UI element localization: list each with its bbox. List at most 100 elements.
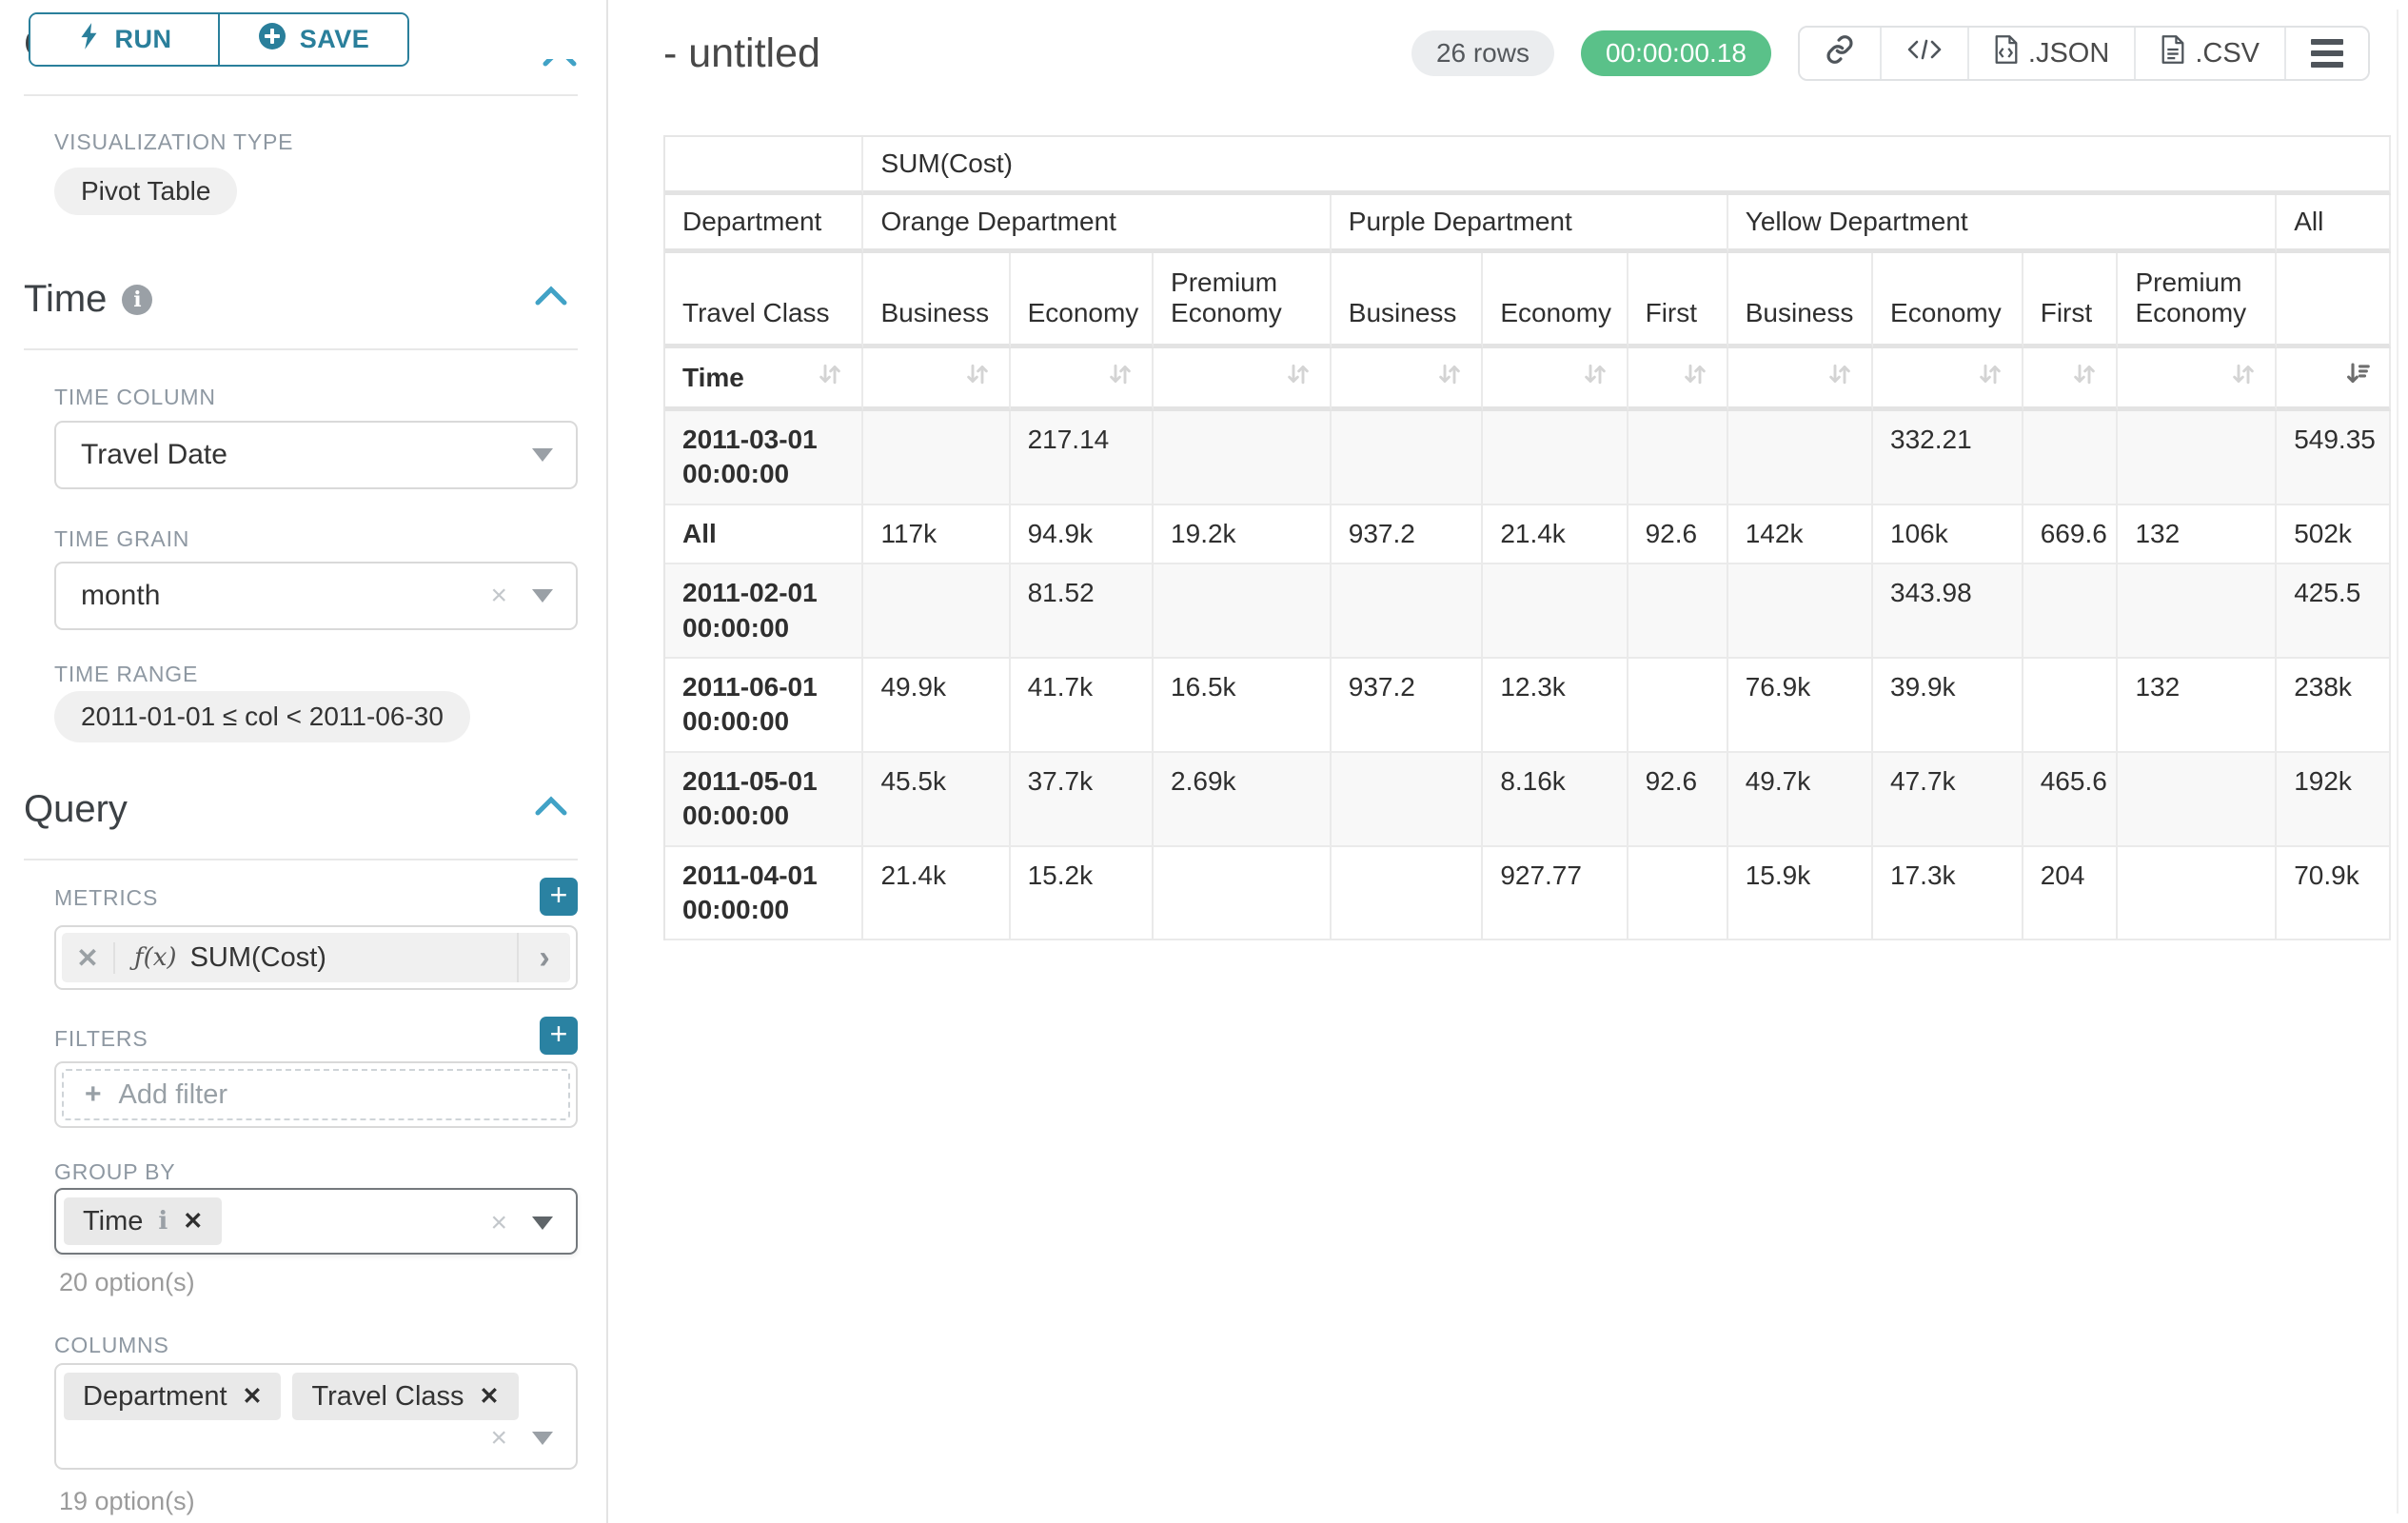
sort-column[interactable]	[1154, 348, 1332, 411]
pivot-cell: 12.3k	[1483, 659, 1628, 753]
save-button[interactable]: SAVE	[218, 14, 407, 65]
table-row: 2011-04-01 00:00:0021.4k15.2k927.7715.9k…	[665, 847, 2391, 941]
view-query-button[interactable]	[1880, 28, 1967, 79]
pivot-cell	[863, 564, 1010, 659]
sort-column[interactable]	[1332, 348, 1484, 411]
pivot-cell	[2118, 847, 2277, 941]
pivot-cell	[2118, 411, 2277, 505]
pivot-cell	[1728, 564, 1873, 659]
sort-column[interactable]	[2023, 348, 2119, 411]
pivot-cell: 16.5k	[1154, 659, 1332, 753]
columns-label: COLUMNS	[54, 1333, 169, 1358]
pivot-department-header: Yellow Department	[1728, 195, 2277, 253]
time-range-value[interactable]: 2011-01-01 ≤ col < 2011-06-30	[54, 691, 470, 742]
columns-select[interactable]: Department ✕ Travel Class ✕ ×	[54, 1363, 578, 1470]
pivot-cell: 937.2	[1332, 659, 1484, 753]
chip-label: Travel Class	[311, 1381, 464, 1413]
code-icon	[1906, 35, 1943, 71]
sort-column[interactable]	[863, 348, 1010, 411]
dimension-chip[interactable]: Timei✕	[64, 1197, 222, 1245]
add-filter-button[interactable]: + Add filter	[62, 1069, 570, 1120]
pivot-cell: 927.77	[1483, 847, 1628, 941]
chevron-down-icon	[532, 589, 553, 603]
pivot-cell	[1628, 564, 1728, 659]
sort-icon[interactable]	[1435, 360, 1464, 395]
share-link-button[interactable]	[1800, 28, 1880, 79]
chart-title[interactable]: - untitled	[663, 30, 820, 77]
clear-icon[interactable]: ×	[490, 582, 507, 610]
sort-icon[interactable]	[1681, 360, 1709, 395]
sort-column[interactable]	[1483, 348, 1628, 411]
chart-panel: - untitled 26 rows 00:00:00.18	[608, 0, 2408, 1523]
pivot-corner-cell	[665, 137, 863, 195]
pivot-cell: 106k	[1873, 505, 2023, 564]
add-filter-plus-button[interactable]: +	[540, 1017, 578, 1055]
clear-icon[interactable]: ×	[490, 1424, 507, 1453]
time-range-label: TIME RANGE	[54, 662, 198, 687]
export-csv-button[interactable]: .CSV	[2134, 28, 2284, 79]
sort-icon[interactable]	[2070, 360, 2099, 395]
chip-label: Department	[83, 1381, 227, 1413]
sort-column[interactable]	[1728, 348, 1873, 411]
sort-column-time[interactable]: Time	[665, 348, 863, 411]
query-timer-badge: 00:00:00.18	[1581, 30, 1771, 76]
time-grain-label: TIME GRAIN	[54, 526, 189, 552]
sort-column[interactable]	[1628, 348, 1728, 411]
sort-icon[interactable]	[1976, 360, 2004, 395]
chip-remove-icon[interactable]: ✕	[480, 1382, 500, 1411]
chart-type-collapse-chevron[interactable]	[541, 59, 584, 71]
dimension-chip[interactable]: Travel Class ✕	[292, 1373, 518, 1420]
chip-remove-icon[interactable]: ✕	[183, 1207, 203, 1236]
sort-column-all-active[interactable]	[2277, 348, 2391, 411]
export-json-button[interactable]: .JSON	[1967, 28, 2134, 79]
link-icon	[1825, 34, 1855, 72]
sort-icon[interactable]	[816, 360, 844, 395]
chevron-right-icon[interactable]: ›	[517, 933, 570, 982]
pivot-cell: 21.4k	[1483, 505, 1628, 564]
group-by-select[interactable]: Timei✕ ×	[54, 1188, 578, 1255]
sort-icon[interactable]	[1581, 360, 1609, 395]
sort-desc-icon[interactable]	[2343, 360, 2372, 395]
metric-chip[interactable]: ✕ ƒ(x) SUM(Cost) ›	[62, 933, 570, 982]
time-column-select[interactable]: Travel Date	[54, 421, 578, 489]
pivot-dimension-label: Travel Class	[665, 253, 863, 348]
sort-column[interactable]	[1011, 348, 1154, 411]
pivot-cell: 204	[2023, 847, 2119, 941]
file-code-icon	[1994, 34, 2019, 72]
dimension-chip[interactable]: Department ✕	[64, 1373, 281, 1420]
sort-icon[interactable]	[963, 360, 992, 395]
pivot-cell	[1154, 564, 1332, 659]
sort-column[interactable]	[1873, 348, 2023, 411]
time-grain-select[interactable]: month ×	[54, 562, 578, 630]
sort-icon[interactable]	[1284, 360, 1313, 395]
sort-column[interactable]	[2118, 348, 2277, 411]
visualization-type-value[interactable]: Pivot Table	[54, 168, 237, 215]
clear-icon[interactable]: ×	[490, 1209, 507, 1237]
pivot-cell: 17.3k	[1873, 847, 2023, 941]
hamburger-icon	[2311, 39, 2343, 68]
sort-icon[interactable]	[1106, 360, 1135, 395]
filters-control: + Add filter	[54, 1061, 578, 1128]
time-collapse-chevron[interactable]	[534, 286, 568, 311]
sort-icon[interactable]	[2229, 360, 2258, 395]
pivot-cell: 549.35	[2277, 411, 2391, 505]
pivot-cell	[2118, 753, 2277, 847]
pivot-cell	[1332, 753, 1484, 847]
sort-icon[interactable]	[1826, 360, 1854, 395]
run-button[interactable]: RUN	[30, 14, 218, 65]
columns-options-hint: 19 option(s)	[59, 1487, 195, 1516]
pivot-cell	[1483, 411, 1628, 505]
add-metric-button[interactable]: +	[540, 878, 578, 916]
chart-menu-button[interactable]	[2284, 28, 2368, 79]
pivot-cell: 81.52	[1011, 564, 1154, 659]
file-text-icon	[2161, 34, 2185, 72]
pivot-cell: 238k	[2277, 659, 2391, 753]
remove-metric-icon[interactable]: ✕	[62, 942, 115, 974]
pivot-cell: 94.9k	[1011, 505, 1154, 564]
pivot-cell: 45.5k	[863, 753, 1010, 847]
chip-remove-icon[interactable]: ✕	[243, 1382, 263, 1411]
query-collapse-chevron[interactable]	[534, 796, 568, 821]
pivot-row-header: All	[665, 505, 863, 564]
pivot-cell	[2023, 659, 2119, 753]
pivot-cell: 49.9k	[863, 659, 1010, 753]
